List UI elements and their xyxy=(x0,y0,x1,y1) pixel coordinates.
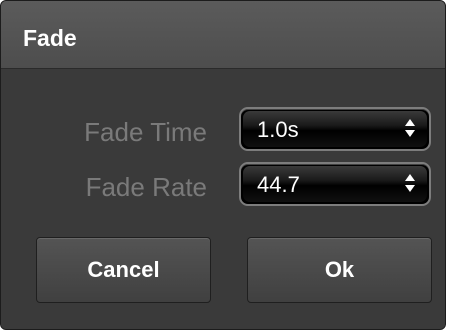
chevron-up-icon xyxy=(405,119,415,126)
chevron-up-icon xyxy=(405,174,415,181)
up-down-chevron-icon xyxy=(405,173,415,195)
fade-rate-select[interactable]: 44.7 xyxy=(239,162,431,206)
cancel-button[interactable]: Cancel xyxy=(36,237,211,303)
ok-button[interactable]: Ok xyxy=(247,237,432,303)
fade-time-label: Fade Time xyxy=(84,117,207,147)
fade-dialog: Fade Fade Time 1.0s Fade Rate 44.7 Cance… xyxy=(0,0,446,330)
chevron-down-icon xyxy=(405,130,415,137)
fade-time-select[interactable]: 1.0s xyxy=(239,107,431,151)
dialog-title: Fade xyxy=(23,25,77,51)
fade-rate-label: Fade Rate xyxy=(85,172,207,202)
fade-time-value: 1.0s xyxy=(257,117,299,142)
fade-rate-value: 44.7 xyxy=(257,172,300,197)
dialog-titlebar: Fade xyxy=(1,1,445,69)
up-down-chevron-icon xyxy=(405,118,415,140)
chevron-down-icon xyxy=(405,185,415,192)
